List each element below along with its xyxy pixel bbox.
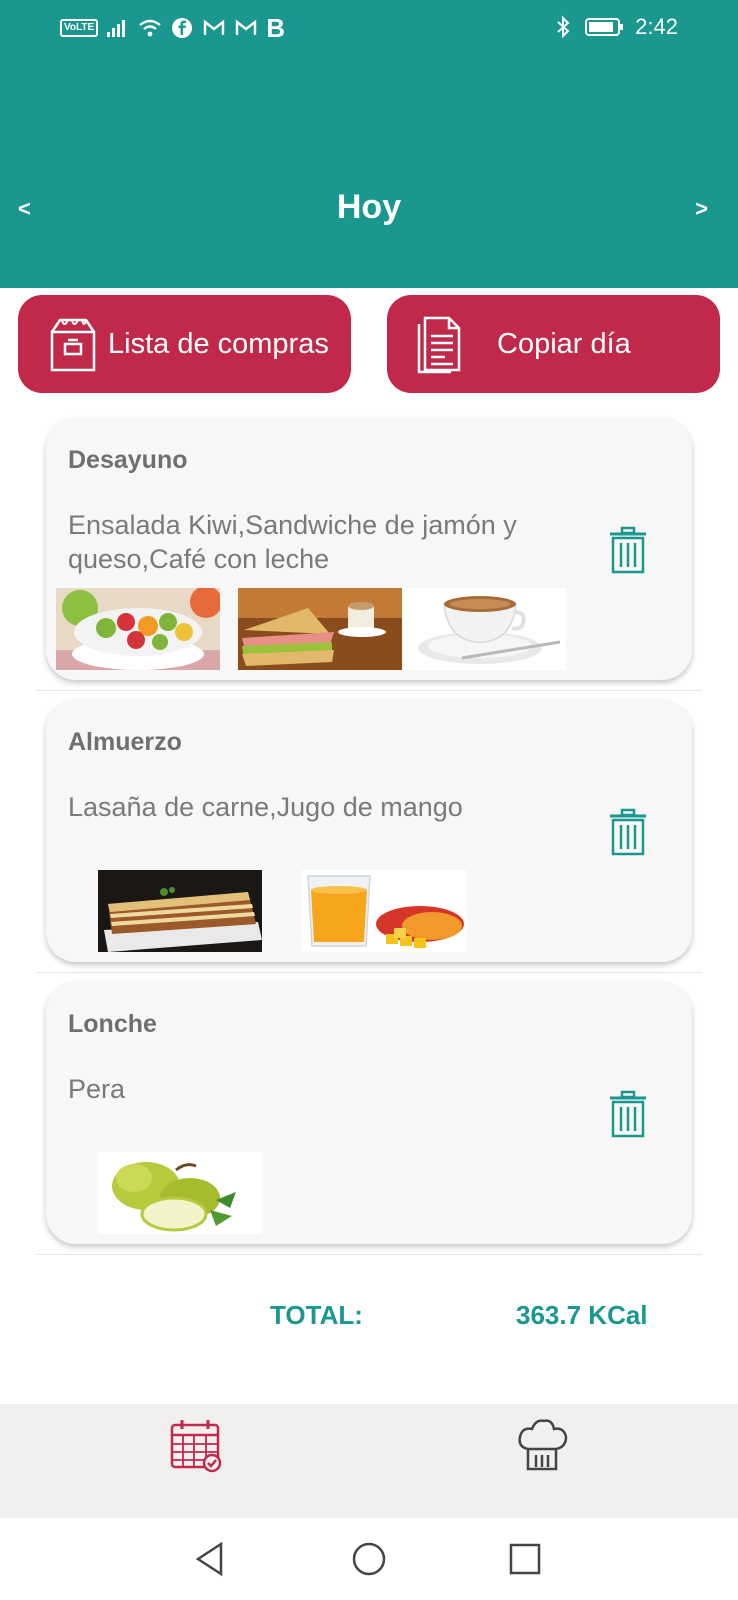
recent-square-icon [509, 1543, 541, 1575]
meal-title: Almuerzo [68, 728, 182, 756]
shopping-list-button[interactable]: Lista de compras [18, 295, 351, 393]
system-navigation-bar [0, 1518, 738, 1600]
back-button[interactable] [183, 1532, 237, 1586]
meal-description: Pera [68, 1074, 126, 1104]
header: VoLTE B 2:42 < Hoy > [0, 0, 738, 288]
volte-indicator: VoLTE [60, 19, 99, 37]
shopping-list-label: Lista de compras [108, 327, 329, 360]
shopping-bag-icon [46, 314, 102, 374]
bluetooth-icon [551, 15, 575, 39]
gmail-icon [202, 16, 226, 40]
calendar-tab[interactable] [166, 1416, 226, 1476]
signal-icon [106, 16, 130, 40]
total-label: TOTAL: [270, 1300, 363, 1330]
notification-b-icon: B [266, 13, 285, 43]
wifi-icon [138, 16, 162, 40]
home-circle-icon [352, 1542, 386, 1576]
copy-day-label: Copiar día [497, 327, 631, 360]
trash-icon [610, 526, 646, 574]
meal-card-almuerzo[interactable]: Almuerzo Lasaña de carne,Jugo de mango [46, 700, 692, 962]
meal-card-lonche[interactable]: Lonche Pera [46, 982, 692, 1244]
recent-apps-button[interactable] [498, 1532, 552, 1586]
document-icon [411, 314, 467, 374]
battery-icon [585, 15, 625, 39]
trash-icon [610, 1090, 646, 1138]
coffee-with-milk-image [402, 588, 566, 670]
delete-meal-button[interactable] [608, 526, 648, 574]
facebook-icon [170, 16, 194, 40]
beef-lasagna-image [98, 870, 262, 952]
trash-icon [610, 808, 646, 856]
total-calories: 363.7 KCal [516, 1300, 648, 1330]
kiwi-salad-image [56, 588, 220, 670]
bottom-navigation [0, 1404, 738, 1518]
ham-sandwich-image [238, 588, 402, 670]
chef-hat-icon [518, 1418, 568, 1470]
page-title: Hoy [336, 188, 402, 226]
status-bar: VoLTE B 2:42 [0, 0, 738, 56]
meal-description: Lasaña de carne,Jugo de mango [68, 792, 463, 822]
divider [36, 1254, 702, 1255]
delete-meal-button[interactable] [608, 808, 648, 856]
clock: 2:42 [635, 14, 678, 39]
next-day-button[interactable]: > [695, 196, 708, 222]
copy-day-button[interactable]: Copiar día [387, 295, 720, 393]
meal-description: Ensalada Kiwi,Sandwiche de jamón y queso… [68, 510, 517, 574]
mango-juice-image [302, 870, 466, 952]
divider [36, 972, 702, 973]
meal-card-desayuno[interactable]: Desayuno Ensalada Kiwi,Sandwiche de jamó… [46, 418, 692, 680]
divider [36, 690, 702, 691]
pear-image [98, 1152, 262, 1234]
delete-meal-button[interactable] [608, 1090, 648, 1138]
home-button[interactable] [342, 1532, 396, 1586]
gmail-icon [234, 16, 258, 40]
meal-title: Desayuno [68, 446, 188, 474]
calendar-icon [170, 1419, 222, 1472]
back-triangle-icon [195, 1541, 223, 1577]
recipes-tab[interactable] [512, 1416, 572, 1476]
meal-title: Lonche [68, 1010, 157, 1038]
